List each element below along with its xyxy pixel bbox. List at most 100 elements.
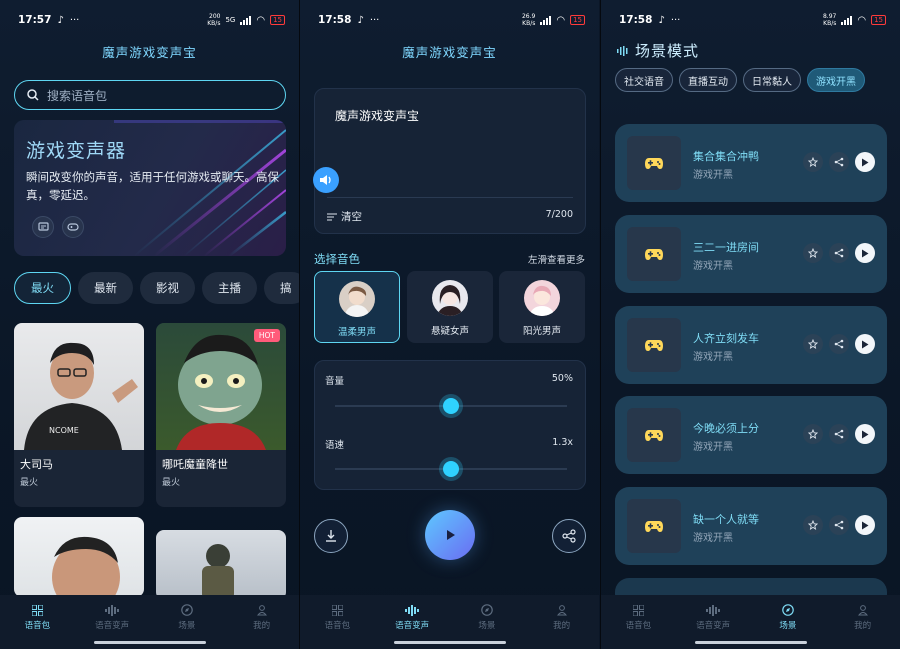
voice-pack-card[interactable] xyxy=(14,517,144,597)
play-icon[interactable] xyxy=(855,152,875,172)
grid-icon xyxy=(331,603,343,617)
scene-chips: 社交语音 直播互动 日常黏人 游戏开黑 xyxy=(615,68,865,92)
scene-card[interactable]: 三二一进房间 游戏开黑 xyxy=(615,215,887,293)
nav-voice-change[interactable]: 语音变声 xyxy=(683,603,743,631)
wifi-icon: ◠ xyxy=(556,14,566,26)
voice-option-mystery-female[interactable]: 悬疑女声 xyxy=(407,271,493,343)
nav-scenes[interactable]: 场景 xyxy=(157,603,217,631)
more-icon: ··· xyxy=(69,14,80,26)
speed-value: 1.3x xyxy=(552,437,573,448)
share-icon xyxy=(562,529,576,543)
scene-card[interactable]: 今晚必须上分 游戏开黑 xyxy=(615,396,887,474)
nav-voice-packs[interactable]: 语音包 xyxy=(7,603,67,631)
tab-film[interactable]: 影视 xyxy=(140,272,195,304)
nav-mine[interactable]: 我的 xyxy=(532,603,592,631)
search-input[interactable]: 搜索语音包 xyxy=(14,80,286,110)
volume-slider[interactable] xyxy=(335,398,567,414)
promo-banner[interactable]: 游戏变声器 瞬间改变你的声音，适用于任何游戏或聊天。高保真，零延迟。 xyxy=(14,120,286,256)
play-icon[interactable] xyxy=(855,515,875,535)
volume-slider-handle[interactable] xyxy=(443,398,459,414)
scene-card[interactable]: 人齐立刻发车 游戏开黑 xyxy=(615,306,887,384)
gamepad-icon[interactable] xyxy=(62,216,84,238)
chip-daily-clingy[interactable]: 日常黏人 xyxy=(743,68,801,92)
scene-subtitle: 游戏开黑 xyxy=(693,352,733,363)
screen-voice-packs: 17:57 ♪ ··· 200 KB/s 5G ◠ 15 魔声游戏变声宝 搜索语音… xyxy=(0,0,299,649)
share-icon[interactable] xyxy=(829,334,849,354)
compass-icon xyxy=(481,603,493,617)
grid-icon xyxy=(632,603,644,617)
voice-pack-card[interactable]: NCOME 大司马 最火 xyxy=(14,323,144,507)
voice-option-sunny-male[interactable]: 阳光男声 xyxy=(499,271,585,343)
banner-title: 游戏变声器 xyxy=(26,140,127,162)
gamepad-icon xyxy=(627,408,681,462)
tab-funny[interactable]: 搞 xyxy=(264,272,299,304)
favorite-icon[interactable] xyxy=(803,243,823,263)
nav-mine[interactable]: 我的 xyxy=(232,603,292,631)
volume-value: 50% xyxy=(551,373,573,384)
signal-icon xyxy=(240,15,252,25)
chip-live-interaction[interactable]: 直播互动 xyxy=(679,68,737,92)
nav-voice-packs[interactable]: 语音包 xyxy=(608,603,668,631)
share-icon[interactable] xyxy=(829,152,849,172)
voice-pack-card[interactable]: HOT 哪吒魔童降世 最火 xyxy=(156,323,286,507)
card-title: 大司马 xyxy=(20,458,53,471)
share-icon[interactable] xyxy=(829,243,849,263)
home-indicator xyxy=(694,641,807,644)
gamepad-icon xyxy=(627,499,681,553)
speed-label: 语速 xyxy=(325,440,345,451)
text-input-area[interactable]: 魔声游戏变声宝 清空 7/200 xyxy=(313,88,586,234)
gamepad-icon xyxy=(627,227,681,281)
user-icon xyxy=(556,603,567,617)
more-icon: ··· xyxy=(670,14,681,26)
nav-scenes[interactable]: 场景 xyxy=(758,603,818,631)
network-speed: 200 KB/s xyxy=(207,13,221,27)
tab-newest[interactable]: 最新 xyxy=(78,272,133,304)
scene-title: 集合集合冲鸭 xyxy=(693,150,759,163)
speed-slider-handle[interactable] xyxy=(443,461,459,477)
voice-option-gentle-male[interactable]: 温柔男声 xyxy=(314,271,400,343)
tab-streamer[interactable]: 主播 xyxy=(202,272,257,304)
favorite-icon[interactable] xyxy=(803,424,823,444)
card-image-person xyxy=(14,517,144,597)
play-icon[interactable] xyxy=(855,424,875,444)
avatar xyxy=(524,280,560,316)
nav-voice-change[interactable]: 语音变声 xyxy=(82,603,142,631)
chip-gaming[interactable]: 游戏开黑 xyxy=(807,68,865,92)
speed-slider[interactable] xyxy=(335,461,567,477)
favorite-icon[interactable] xyxy=(803,334,823,354)
tab-hottest[interactable]: 最火 xyxy=(14,272,71,304)
scene-subtitle: 游戏开黑 xyxy=(693,533,733,544)
play-button[interactable] xyxy=(425,510,475,560)
nav-voice-change[interactable]: 语音变声 xyxy=(382,603,442,631)
signal-icon xyxy=(540,15,552,25)
status-bar: 17:58 ♪ ··· 26.9 KB/s ◠ 15 xyxy=(318,12,585,28)
nav-scenes[interactable]: 场景 xyxy=(457,603,517,631)
chat-icon[interactable] xyxy=(32,216,54,238)
nav-voice-packs[interactable]: 语音包 xyxy=(307,603,367,631)
swipe-hint: 左滑查看更多 xyxy=(527,255,585,266)
favorite-icon[interactable] xyxy=(803,515,823,535)
nav-mine[interactable]: 我的 xyxy=(833,603,893,631)
scene-card[interactable]: 集合集合冲鸭 游戏开黑 xyxy=(615,124,887,202)
play-icon[interactable] xyxy=(855,334,875,354)
scene-subtitle: 游戏开黑 xyxy=(693,442,733,453)
status-time: 17:57 xyxy=(18,14,52,26)
favorite-icon[interactable] xyxy=(803,152,823,172)
play-icon xyxy=(447,530,455,540)
clear-button[interactable]: 清空 xyxy=(327,209,362,224)
download-button[interactable] xyxy=(314,519,348,553)
voice-pack-card[interactable] xyxy=(156,530,286,600)
speaker-icon[interactable] xyxy=(313,167,339,193)
share-icon[interactable] xyxy=(829,424,849,444)
play-icon[interactable] xyxy=(855,243,875,263)
waveform-icon xyxy=(105,603,120,617)
scene-title: 今晚必须上分 xyxy=(693,422,759,435)
scene-card[interactable]: 缺一个人就等 游戏开黑 xyxy=(615,487,887,565)
card-image-person: NCOME xyxy=(14,323,144,450)
chip-social-voice[interactable]: 社交语音 xyxy=(615,68,673,92)
share-button[interactable] xyxy=(552,519,586,553)
category-tabs: 最火 最新 影视 主播 搞 xyxy=(14,272,299,304)
status-bar: 17:57 ♪ ··· 200 KB/s 5G ◠ 15 xyxy=(18,12,285,28)
volume-label: 音量 xyxy=(325,376,345,387)
share-icon[interactable] xyxy=(829,515,849,535)
